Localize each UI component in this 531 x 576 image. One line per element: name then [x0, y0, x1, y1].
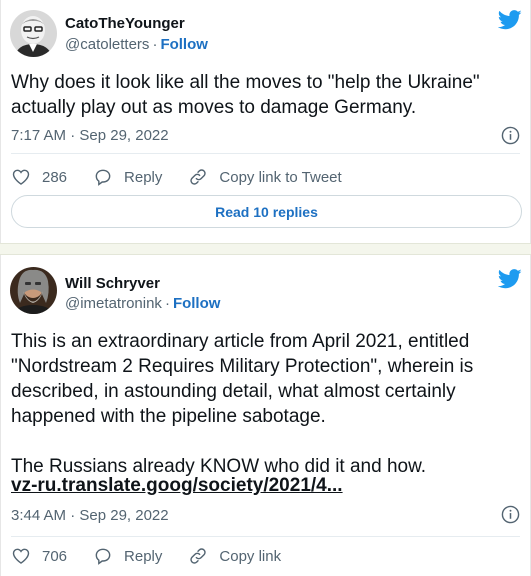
- reply-button[interactable]: Reply: [93, 546, 162, 566]
- heart-icon: [12, 548, 30, 564]
- avatar[interactable]: [10, 10, 57, 57]
- author-name[interactable]: CatoTheYounger: [65, 15, 185, 32]
- link-icon: [190, 548, 207, 564]
- tweet-actions: 286 Reply Copy link to Tweet: [11, 165, 520, 189]
- copy-link-label: Copy link: [219, 547, 282, 565]
- divider: [11, 153, 520, 154]
- link-icon: [190, 169, 207, 185]
- author-name[interactable]: Will Schryver: [65, 275, 160, 292]
- separator-dot: ·: [164, 295, 170, 312]
- reply-bubble-icon: [95, 169, 111, 186]
- divider: [11, 536, 520, 537]
- copy-link-label: Copy link to Tweet: [219, 168, 342, 186]
- separator-dot: ·: [152, 36, 158, 53]
- heart-icon: [12, 169, 30, 185]
- like-count: 286: [42, 168, 68, 186]
- twitter-bird-icon[interactable]: [498, 269, 522, 289]
- reply-label: Reply: [124, 168, 163, 186]
- copy-link-button[interactable]: Copy link to Tweet: [188, 167, 342, 187]
- tweet-card: Will Schryver @imetatronink · Follow This …: [0, 255, 531, 576]
- like-button[interactable]: 706: [11, 546, 67, 566]
- avatar[interactable]: [10, 267, 57, 314]
- article-link[interactable]: vz-ru.translate.goog/society/2021/4...: [11, 475, 343, 497]
- tweet-text: Why does it look like all the moves to "…: [11, 72, 480, 118]
- like-count: 706: [42, 547, 68, 565]
- avatar-image: [10, 267, 57, 314]
- info-icon[interactable]: [501, 505, 520, 524]
- reply-button[interactable]: Reply: [93, 167, 162, 187]
- info-icon[interactable]: [501, 126, 520, 145]
- follow-button[interactable]: Follow: [160, 36, 208, 53]
- tweet-text: This is an extraordinary article from Ap…: [11, 331, 474, 477]
- tweet-timestamp[interactable]: 7:17 AM · Sep 29, 2022: [11, 127, 169, 144]
- tweet-actions: 706 Reply Copy link: [11, 544, 520, 568]
- author-handle[interactable]: @catoletters: [65, 36, 149, 53]
- author-handle-line: @imetatronink · Follow: [65, 295, 220, 312]
- tweet-card: CatoTheYounger @catoletters · Follow Why d…: [0, 0, 531, 243]
- like-button[interactable]: 286: [11, 167, 67, 187]
- tweet-timestamp[interactable]: 3:44 AM · Sep 29, 2022: [11, 507, 169, 524]
- reply-bubble-icon: [95, 548, 111, 565]
- reply-label: Reply: [124, 547, 163, 565]
- copy-link-button[interactable]: Copy link: [188, 546, 281, 566]
- read-replies-button[interactable]: Read 10 replies: [11, 195, 522, 228]
- avatar-image: [10, 10, 57, 57]
- author-handle-line: @catoletters · Follow: [65, 36, 208, 53]
- tweet-separator: [0, 243, 531, 255]
- twitter-bird-icon[interactable]: [498, 10, 522, 30]
- follow-button[interactable]: Follow: [173, 295, 221, 312]
- author-handle[interactable]: @imetatronink: [65, 295, 162, 312]
